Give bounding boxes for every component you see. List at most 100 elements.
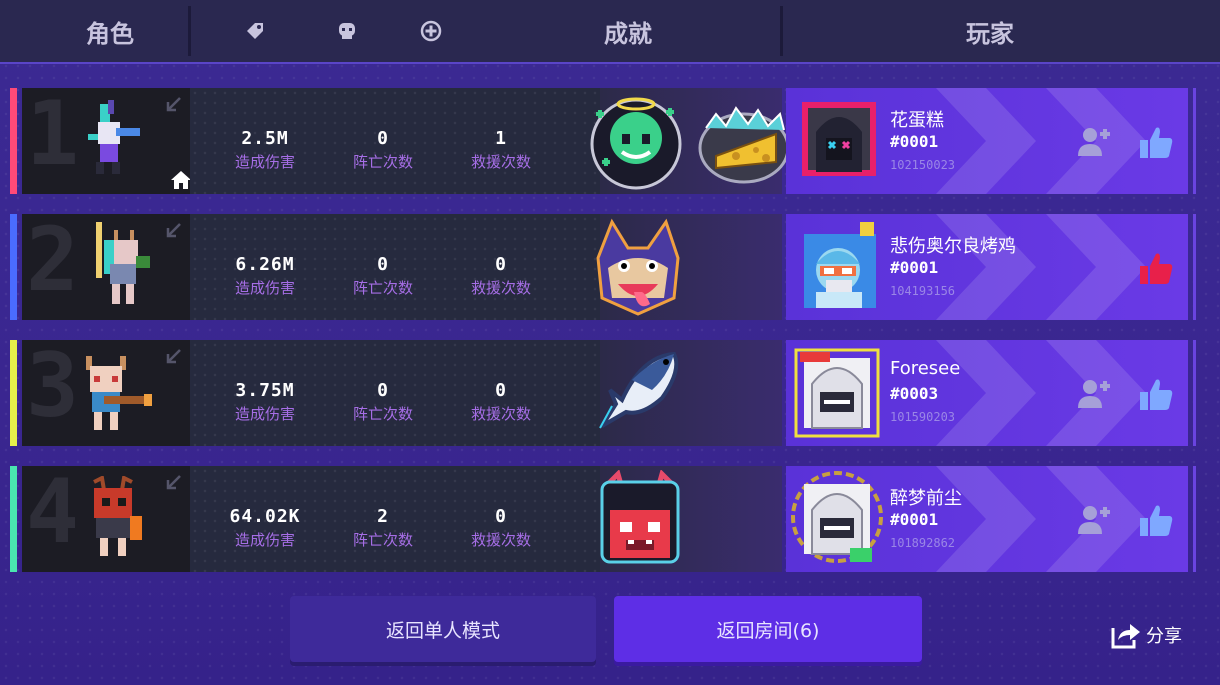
player-card[interactable]: Foresee #0003 101590203 — [786, 340, 1196, 446]
thumbs-up-liked-icon[interactable] — [1138, 250, 1174, 286]
add-friend-icon[interactable] — [1076, 502, 1112, 538]
add-friend-icon[interactable] — [1076, 124, 1112, 160]
rank-number: 4 — [26, 460, 79, 563]
header-bar: 角色 成就 玩家 — [0, 0, 1220, 64]
damage-value: 3.75M — [235, 380, 295, 401]
damage-value: 6.26M — [235, 254, 295, 275]
player-row-2: 2 6.26M 造成伤害 0 阵亡次数 0 救援次数 悲伤奥尔良烤鸡 #0001… — [10, 208, 1198, 322]
collapse-arrow-icon — [166, 97, 181, 112]
player-row-4: 4 64.02K 造成伤害 2 阵亡次数 0 救援次数 醉梦前尘 #0001 1… — [10, 460, 1198, 574]
rescues-value: 0 — [495, 380, 507, 401]
share-icon — [1111, 624, 1140, 649]
collapse-arrow-icon — [166, 223, 181, 238]
rescues-value: 0 — [495, 506, 507, 527]
thumbs-up-icon[interactable] — [1138, 502, 1174, 538]
player-avatar[interactable] — [790, 344, 884, 442]
deaths-stat: 0 阵亡次数 — [328, 128, 438, 172]
player-card[interactable]: 花蛋糕 #0001 102150023 — [786, 88, 1196, 194]
rank-number: 2 — [26, 208, 79, 311]
damage-stat: 2.5M 造成伤害 — [210, 128, 320, 172]
player-name: 悲伤奥尔良烤鸡 — [890, 236, 1016, 257]
rank-accent-bar — [10, 88, 17, 194]
player-avatar[interactable] — [790, 470, 884, 568]
player-id: 101892862 — [890, 536, 956, 550]
achievements-panel — [599, 340, 782, 446]
player-tag: #0001 — [890, 510, 939, 529]
rescues-stat: 0 救援次数 — [446, 380, 556, 424]
share-button[interactable]: 分享 — [1110, 620, 1182, 650]
header-player: 玩家 — [966, 20, 1014, 48]
rank-accent-bar — [10, 340, 17, 446]
chevron-decoration — [936, 466, 1036, 572]
player-card[interactable]: 醉梦前尘 #0001 101892862 — [786, 466, 1196, 572]
return-room-button[interactable]: 返回房间(6) — [614, 596, 922, 662]
character-sprite — [96, 222, 150, 304]
deaths-value: 0 — [377, 128, 389, 149]
character-portrait[interactable]: 1 — [22, 82, 191, 194]
player-id: 101590203 — [890, 410, 956, 424]
chevron-decoration — [936, 214, 1036, 320]
damage-stat: 64.02K 造成伤害 — [210, 506, 320, 550]
cheese-achievement-icon[interactable] — [696, 94, 792, 190]
fish-achievement-icon[interactable] — [592, 346, 688, 440]
damage-label: 造成伤害 — [234, 531, 295, 549]
stats-panel: 64.02K 造成伤害 2 阵亡次数 0 救援次数 — [190, 466, 600, 572]
chevron-decoration — [936, 340, 1036, 446]
player-id: 102150023 — [890, 158, 956, 172]
character-portrait[interactable]: 3 — [22, 334, 190, 446]
stats-panel: 2.5M 造成伤害 0 阵亡次数 1 救援次数 — [190, 88, 600, 194]
angel-ghost-achievement-icon[interactable] — [586, 94, 686, 190]
deaths-label: 阵亡次数 — [352, 153, 413, 171]
deaths-value: 0 — [377, 380, 389, 401]
player-card[interactable]: 悲伤奥尔良烤鸡 #0001 104193156 — [786, 214, 1196, 320]
rescues-value: 1 — [495, 128, 507, 149]
damage-tag-icon — [247, 23, 263, 39]
player-row-1: 1 2.5M 造成伤害 0 阵亡次数 1 救援次数 花蛋糕 #0001 1021… — [10, 82, 1198, 196]
damage-label: 造成伤害 — [234, 405, 295, 423]
player-tag: #0003 — [890, 384, 939, 403]
achievements-panel — [596, 214, 782, 320]
chevron-decoration — [936, 88, 1036, 194]
damage-label: 造成伤害 — [234, 279, 295, 297]
thumbs-up-icon[interactable] — [1138, 376, 1174, 412]
character-portrait[interactable]: 4 — [22, 460, 190, 572]
character-sprite — [93, 476, 142, 556]
thumbs-up-icon[interactable] — [1138, 124, 1174, 160]
deaths-value: 2 — [377, 506, 389, 527]
stats-panel: 3.75M 造成伤害 0 阵亡次数 0 救援次数 — [190, 340, 600, 446]
player-name: 醉梦前尘 — [890, 488, 962, 509]
collapse-arrow-icon — [166, 349, 181, 364]
header-role: 角色 — [86, 20, 134, 48]
share-label: 分享 — [1146, 626, 1182, 647]
rescues-value: 0 — [495, 254, 507, 275]
collapse-arrow-icon — [166, 475, 181, 490]
achievements-panel — [600, 466, 782, 572]
add-friend-icon[interactable] — [1076, 376, 1112, 412]
rescue-plus-icon — [420, 20, 442, 42]
player-avatar[interactable] — [802, 102, 876, 176]
deaths-value: 0 — [377, 254, 389, 275]
return-solo-button[interactable]: 返回单人模式 — [290, 596, 596, 662]
rescues-stat: 1 救援次数 — [446, 128, 556, 172]
player-name: 花蛋糕 — [890, 110, 944, 131]
player-tag: #0001 — [890, 258, 939, 277]
rank-number: 1 — [26, 82, 79, 185]
deaths-label: 阵亡次数 — [352, 531, 413, 549]
rank-number: 3 — [26, 334, 79, 437]
deaths-stat: 2 阵亡次数 — [328, 506, 438, 550]
rescues-stat: 0 救援次数 — [446, 254, 556, 298]
damage-stat: 3.75M 造成伤害 — [210, 380, 320, 424]
deaths-label: 阵亡次数 — [352, 279, 413, 297]
wolf-achievement-icon[interactable] — [588, 218, 688, 318]
character-portrait[interactable]: 2 — [22, 208, 190, 320]
character-sprite — [86, 356, 152, 430]
damage-value: 64.02K — [229, 506, 301, 527]
player-avatar[interactable] — [796, 218, 882, 314]
character-sprite — [88, 100, 140, 174]
red-oni-achievement-icon[interactable] — [592, 470, 688, 570]
header-achievement: 成就 — [604, 20, 652, 48]
rescues-label: 救援次数 — [470, 405, 531, 423]
header-divider — [780, 6, 783, 56]
player-tag: #0001 — [890, 132, 939, 151]
player-row-3: 3 3.75M 造成伤害 0 阵亡次数 0 救援次数 Foresee #0003… — [10, 334, 1198, 448]
